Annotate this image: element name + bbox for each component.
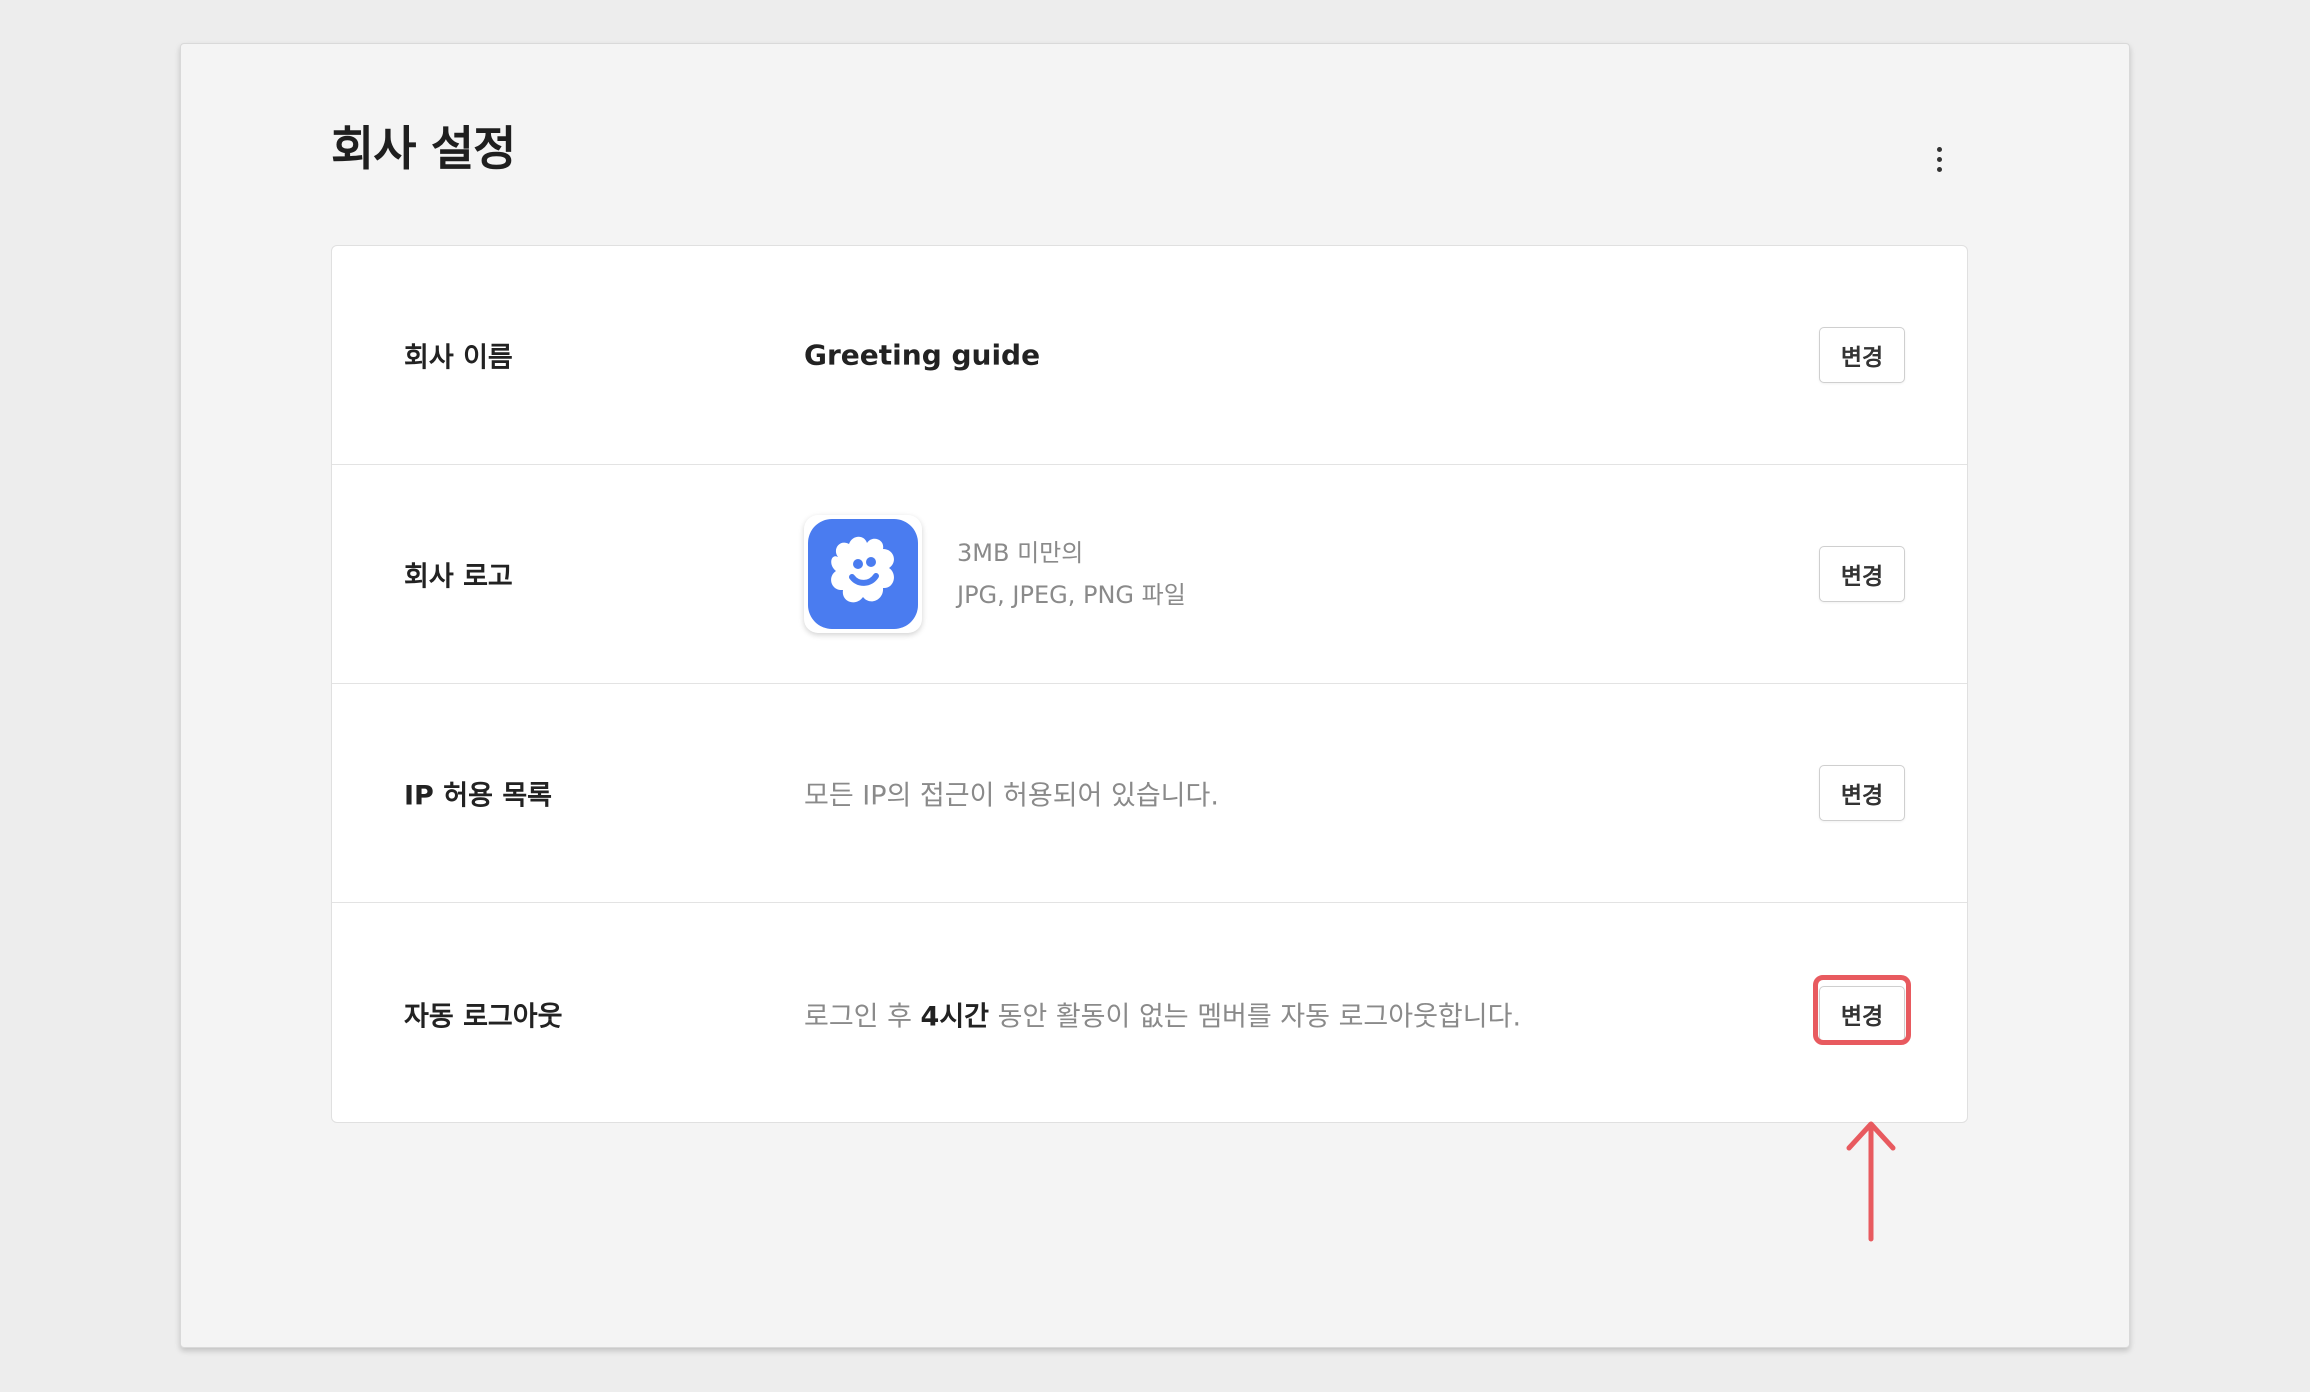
auto-logout-label: 자동 로그아웃 — [404, 1001, 563, 1032]
auto-logout-value: 로그인 후 4시간 동안 활동이 없는 멤버를 자동 로그아웃합니다. — [804, 994, 1521, 1033]
setting-row-company-logo: 회사 로고 3MB 미만의 JPG, JPEG, PNG 파일 변경 — [332, 465, 1967, 684]
auto-logout-suffix: 동안 활동이 없는 멤버를 자동 로그아웃합니다. — [989, 1001, 1522, 1032]
logo-file-hint: 3MB 미만의 JPG, JPEG, PNG 파일 — [957, 532, 1186, 616]
company-logo-label: 회사 로고 — [404, 561, 513, 593]
more-options-button[interactable] — [1921, 141, 1957, 177]
setting-row-auto-logout: 자동 로그아웃 로그인 후 4시간 동안 활동이 없는 멤버를 자동 로그아웃합… — [332, 903, 1967, 1122]
more-vertical-icon — [1936, 146, 1942, 152]
auto-logout-duration: 4시간 — [920, 1001, 989, 1032]
company-name-value: Greeting guide — [804, 338, 1041, 372]
ip-allowlist-label: IP 허용 목록 — [404, 780, 552, 812]
logo-hint-size: 3MB 미만의 — [957, 539, 1084, 567]
auto-logout-prefix: 로그인 후 — [804, 1001, 921, 1032]
setting-row-ip-allowlist: IP 허용 목록 모든 IP의 접근이 허용되어 있습니다. 변경 — [332, 684, 1967, 903]
page-title: 회사 설정 — [331, 122, 516, 177]
change-ip-allowlist-button[interactable]: 변경 — [1819, 765, 1905, 821]
company-logo-image — [804, 515, 922, 633]
ip-allowlist-value: 모든 IP의 접근이 허용되어 있습니다. — [804, 780, 1219, 812]
change-auto-logout-button[interactable]: 변경 — [1819, 985, 1905, 1042]
setting-row-company-name: 회사 이름 Greeting guide 변경 — [332, 246, 1967, 465]
change-company-logo-button[interactable]: 변경 — [1819, 546, 1905, 602]
annotation-arrow-up-icon — [1846, 1121, 1896, 1242]
change-company-name-button[interactable]: 변경 — [1819, 327, 1905, 383]
settings-window: 회사 설정 회사 이름 Greeting guide 변경 회사 로고 3MB … — [180, 43, 2130, 1348]
settings-card: 회사 이름 Greeting guide 변경 회사 로고 3MB 미만의 JP… — [331, 245, 1968, 1123]
company-name-label: 회사 이름 — [404, 342, 513, 374]
greeting-logo-icon — [808, 519, 918, 629]
logo-hint-formats: JPG, JPEG, PNG 파일 — [957, 581, 1186, 609]
